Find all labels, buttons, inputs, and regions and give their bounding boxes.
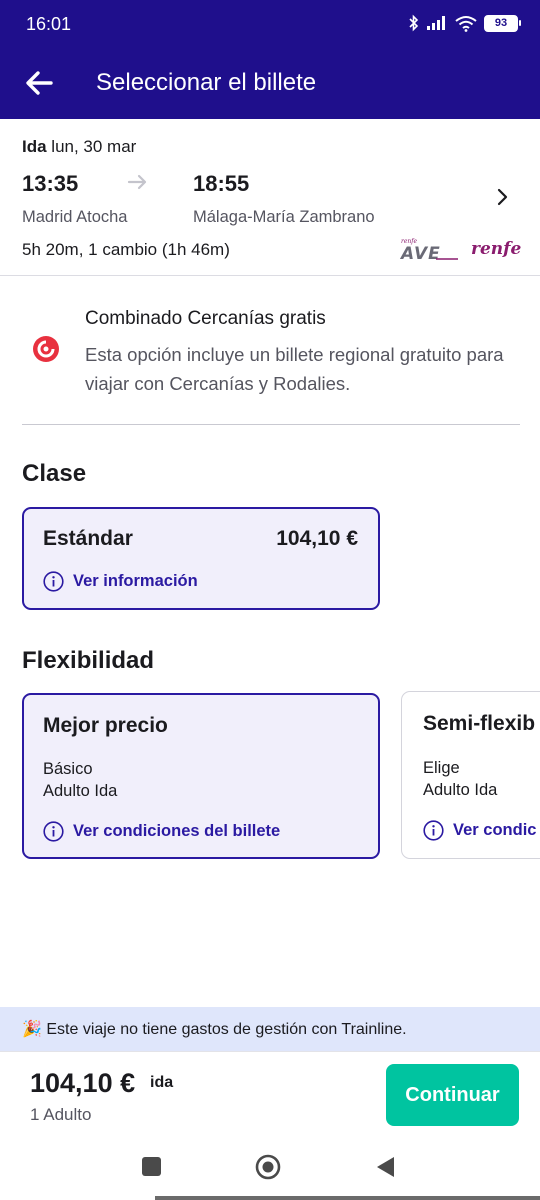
flex-option-passenger: Adulto Ida [43, 782, 118, 800]
flex-option-fare: Básico [43, 760, 93, 778]
promo-title: Combinado Cercanías gratis [85, 308, 326, 329]
status-icons: 93 [409, 14, 521, 32]
no-fees-notice: 🎉 Este viaje no tiene gastos de gestión … [0, 1007, 540, 1051]
app-bar: Seleccionar el billete [0, 48, 540, 119]
flex-option-fare: Elige [423, 759, 460, 777]
signal-icon [427, 16, 445, 30]
class-card-standard[interactable]: Estándar 104,10 € Ver información [22, 507, 380, 610]
renfe-ave-logo-text: AVE [400, 244, 441, 261]
info-icon [43, 571, 64, 592]
ver-informacion-label: Ver información [73, 572, 198, 590]
ver-condiciones-label: Ver condic [453, 821, 537, 839]
wifi-icon [455, 15, 477, 32]
flex-option-label: Mejor precio [43, 714, 168, 737]
chevron-right-icon[interactable] [494, 187, 512, 207]
recents-icon[interactable] [142, 1157, 161, 1176]
class-price: 104,10 € [276, 527, 358, 550]
info-icon [423, 820, 444, 841]
bluetooth-icon [409, 14, 419, 32]
right-arrow-icon [127, 174, 147, 190]
renfe-logo: renfe [471, 239, 522, 259]
origin-station: Madrid Atocha [22, 208, 128, 226]
no-fees-label: Este viaje no tiene gastos de gestión co… [46, 1021, 407, 1038]
ver-condiciones-label: Ver condiciones del billete [73, 822, 281, 840]
flex-option-passenger: Adulto Ida [423, 781, 498, 799]
ver-condiciones-link[interactable]: Ver condic [423, 820, 536, 841]
journey-summary[interactable]: Ida lun, 30 mar 13:35 18:55 Madrid Atoch… [0, 119, 540, 276]
system-nav-bar [0, 1140, 540, 1200]
continue-button[interactable]: Continuar [386, 1064, 519, 1126]
promo-banner: Combinado Cercanías gratis Esta opción i… [22, 300, 520, 425]
flex-card-mejor-precio[interactable]: Mejor precio Básico Adulto Ida Ver condi… [22, 693, 380, 859]
renfe-ave-logo: renfe AVE [400, 238, 458, 261]
destination-station: Málaga-María Zambrano [193, 208, 375, 226]
system-back-icon[interactable] [374, 1155, 396, 1179]
battery-icon: 93 [484, 14, 521, 32]
ver-condiciones-link[interactable]: Ver condiciones del billete [43, 821, 280, 842]
departure-time: 13:35 [22, 171, 79, 196]
flex-card-semi-flexible[interactable]: Semi-flexib Elige Adulto Ida Ver condic [401, 691, 540, 859]
flex-option-details: Básico Adulto Ida [43, 758, 117, 802]
party-icon: 🎉 [22, 1021, 42, 1038]
flex-option-label: Semi-flexib [423, 712, 536, 735]
arrival-time: 18:55 [193, 171, 250, 196]
journey-date: Ida lun, 30 mar [22, 137, 136, 157]
status-time: 16:01 [26, 14, 72, 34]
trip-type: ida [150, 1074, 174, 1091]
journey-direction: Ida [22, 137, 47, 156]
flexibilidad-heading: Flexibilidad [22, 647, 155, 674]
promo-description: Esta opción incluye un billete regional … [85, 344, 504, 394]
status-bar: 16:01 93 [0, 0, 540, 48]
page-title: Seleccionar el billete [96, 69, 317, 96]
battery-level: 93 [494, 17, 508, 29]
info-icon [43, 821, 64, 842]
journey-duration: 5h 20m, 1 cambio (1h 46m) [22, 240, 230, 259]
journey-date-text: lun, 30 mar [51, 137, 137, 156]
checkout-footer: 104,10 € ida 1 Adulto Continuar [0, 1051, 540, 1140]
flex-option-details: Elige Adulto Ida [423, 757, 497, 801]
back-arrow-icon[interactable] [22, 66, 56, 100]
clase-heading: Clase [22, 460, 87, 487]
home-icon[interactable] [255, 1154, 281, 1180]
cercanias-icon [33, 336, 59, 362]
total-price: 104,10 € [30, 1068, 136, 1098]
ver-informacion-link[interactable]: Ver información [43, 571, 198, 592]
no-fees-text: 🎉 Este viaje no tiene gastos de gestión … [22, 1019, 407, 1039]
passenger-count: 1 Adulto [30, 1105, 92, 1124]
gesture-bar [155, 1196, 540, 1200]
flex-card-clip: Semi-flexib Elige Adulto Ida Ver condic [401, 691, 540, 861]
class-label: Estándar [43, 527, 133, 550]
